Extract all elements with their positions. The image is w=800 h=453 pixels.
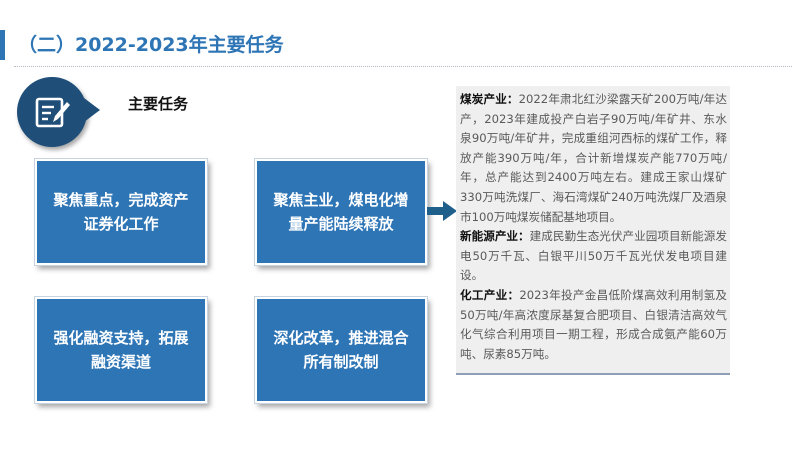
task-label: 深化改革，推进混合所有制改制: [273, 329, 409, 371]
detail-new-energy: 新能源产业：建成民勤生态光伏产业园项目新能源发电50万千瓦、白银平川50万千瓦光…: [460, 227, 727, 286]
badge-pointer: [84, 98, 100, 122]
title-accent-bar: [0, 30, 5, 60]
detail-chemical: 化工产业：2023年投产金昌低阶煤高效利用制氢及50万吨/年高浓度尿基复合肥项目…: [460, 286, 727, 364]
detail-term: 化工产业：: [460, 287, 520, 302]
section-badge: [17, 77, 87, 147]
page-title: （二）2022-2023年主要任务: [18, 34, 284, 56]
arrow-right-icon: [427, 201, 457, 221]
task-label: 聚焦主业，煤电化增量产能陆续释放: [273, 191, 409, 233]
task-label: 聚焦重点，完成资产证券化工作: [53, 191, 189, 233]
detail-term: 煤炭产业：: [460, 92, 519, 106]
task-box-reform: 深化改革，推进混合所有制改制: [254, 296, 428, 404]
document-edit-icon: [35, 97, 70, 128]
task-box-capacity-release: 聚焦主业，煤电化增量产能陆续释放: [254, 158, 428, 266]
detail-coal: 煤炭产业：2022年肃北红沙梁露天矿200万吨/年达产，2023年建成投产白岩子…: [460, 90, 727, 227]
detail-panel: 煤炭产业：2022年肃北红沙梁露天矿200万吨/年达产，2023年建成投产白岩子…: [456, 86, 730, 375]
task-label: 强化融资支持，拓展融资渠道: [53, 329, 189, 371]
section-label: 主要任务: [128, 95, 189, 113]
task-box-securitization: 聚焦重点，完成资产证券化工作: [34, 158, 208, 266]
task-box-financing: 强化融资支持，拓展融资渠道: [34, 296, 208, 404]
title-divider: [14, 66, 792, 67]
detail-text: 2022年肃北红沙梁露天矿200万吨/年达产，2023年建成投产白岩子90万吨/…: [460, 92, 727, 224]
detail-term: 新能源产业：: [460, 229, 530, 244]
